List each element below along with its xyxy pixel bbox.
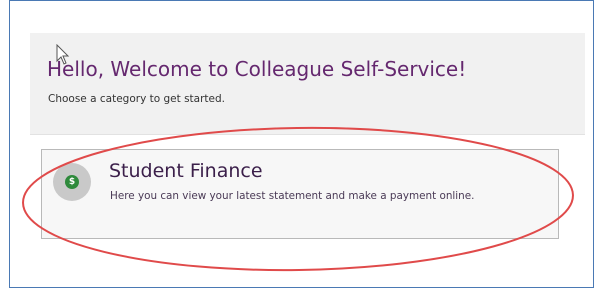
- annotation-highlight-ellipse: [22, 126, 574, 272]
